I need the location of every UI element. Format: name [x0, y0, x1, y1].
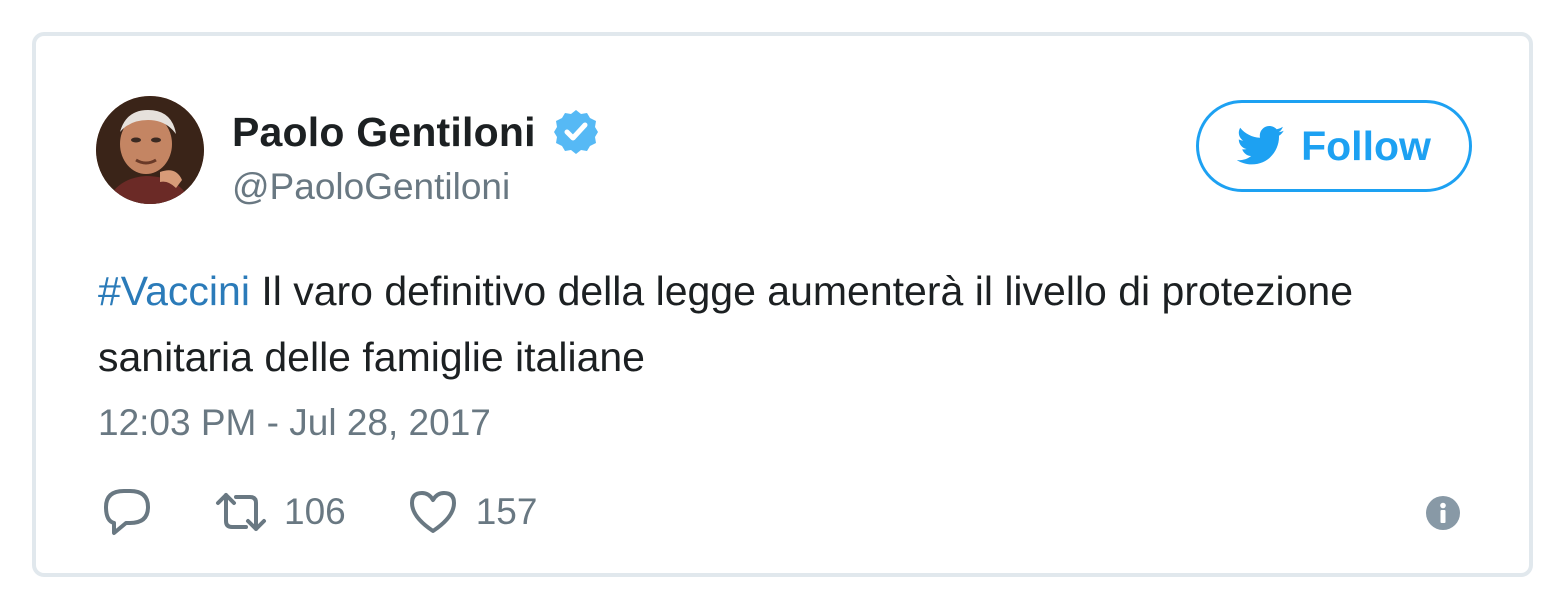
- info-icon[interactable]: [1426, 496, 1460, 530]
- tweet-card: Paolo Gentiloni @PaoloGentiloni Follow #…: [32, 32, 1533, 577]
- tweet-text: #Vaccini Il varo definitivo della legge …: [98, 258, 1398, 390]
- author-handle[interactable]: @PaoloGentiloni: [232, 166, 510, 208]
- avatar[interactable]: [96, 96, 204, 204]
- tweet-actions: 106 157: [100, 484, 597, 540]
- twitter-bird-icon: [1237, 126, 1285, 165]
- tweet-body: Il varo definitivo della legge aumenterà…: [98, 268, 1354, 380]
- author-name[interactable]: Paolo Gentiloni: [232, 109, 536, 156]
- avatar-image: [96, 96, 204, 204]
- hashtag-link[interactable]: #Vaccini: [98, 268, 250, 314]
- like-count: 157: [475, 491, 538, 532]
- reply-icon: [104, 489, 150, 535]
- follow-button-label: Follow: [1301, 122, 1431, 169]
- retweet-button[interactable]: 106: [214, 485, 346, 539]
- retweet-count: 106: [284, 491, 346, 532]
- follow-button[interactable]: Follow: [1196, 100, 1472, 192]
- tweet-timestamp[interactable]: 12:03 PM - Jul 28, 2017: [98, 402, 491, 444]
- heart-icon: [409, 491, 456, 533]
- like-button[interactable]: 157: [406, 485, 538, 539]
- retweet-icon: [216, 493, 266, 531]
- verified-badge-icon: [553, 110, 598, 154]
- reply-button[interactable]: [100, 485, 154, 539]
- author-name-row: Paolo Gentiloni: [232, 108, 600, 156]
